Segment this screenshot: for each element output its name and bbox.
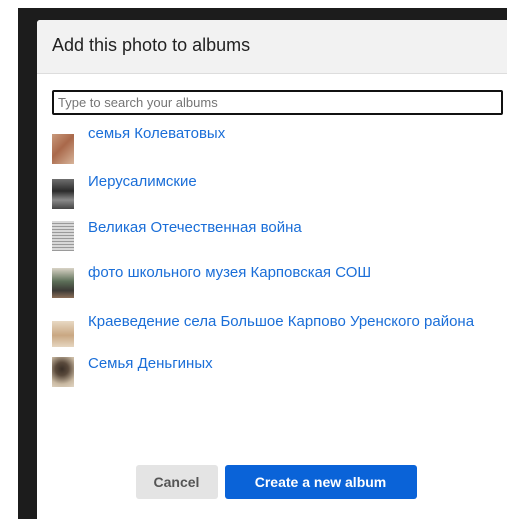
add-to-albums-dialog: Add this photo to albums семья Колеватов… xyxy=(37,20,507,519)
album-thumbnail xyxy=(52,179,74,209)
create-new-album-button[interactable]: Create a new album xyxy=(224,465,417,499)
album-item[interactable]: Иерусалимские xyxy=(52,172,507,209)
album-label: Краеведение села Большое Карпово Уренско… xyxy=(88,313,475,330)
album-thumbnail xyxy=(52,134,74,164)
album-thumbnail xyxy=(52,221,74,251)
album-item[interactable]: фото школьного музея Карповская СОШ xyxy=(52,263,507,298)
album-label: Иерусалимские xyxy=(88,173,197,190)
album-item[interactable]: семья Колеватовых xyxy=(52,124,507,164)
album-item[interactable]: Великая Отечественная война xyxy=(52,218,507,251)
dialog-title: Add this photo to albums xyxy=(52,35,251,55)
search-wrap xyxy=(37,74,507,115)
dialog-header: Add this photo to albums xyxy=(37,20,507,74)
album-label: Великая Отечественная война xyxy=(88,219,302,236)
album-thumbnail xyxy=(52,357,74,387)
album-search-input[interactable] xyxy=(52,90,503,115)
album-item[interactable]: Семья Деньгиных xyxy=(52,354,507,387)
album-label: семья Колеватовых xyxy=(88,125,226,142)
album-list: семья Колеватовых Иерусалимские Великая … xyxy=(37,124,507,387)
album-thumbnail xyxy=(52,321,74,347)
album-label: Семья Деньгиных xyxy=(88,355,213,372)
album-label: фото школьного музея Карповская СОШ xyxy=(88,264,372,281)
album-thumbnail xyxy=(52,268,74,298)
cancel-button[interactable]: Cancel xyxy=(135,465,218,499)
dialog-footer: Cancel Create a new album xyxy=(37,465,507,499)
album-item[interactable]: Краеведение села Большое Карпово Уренско… xyxy=(52,312,507,347)
